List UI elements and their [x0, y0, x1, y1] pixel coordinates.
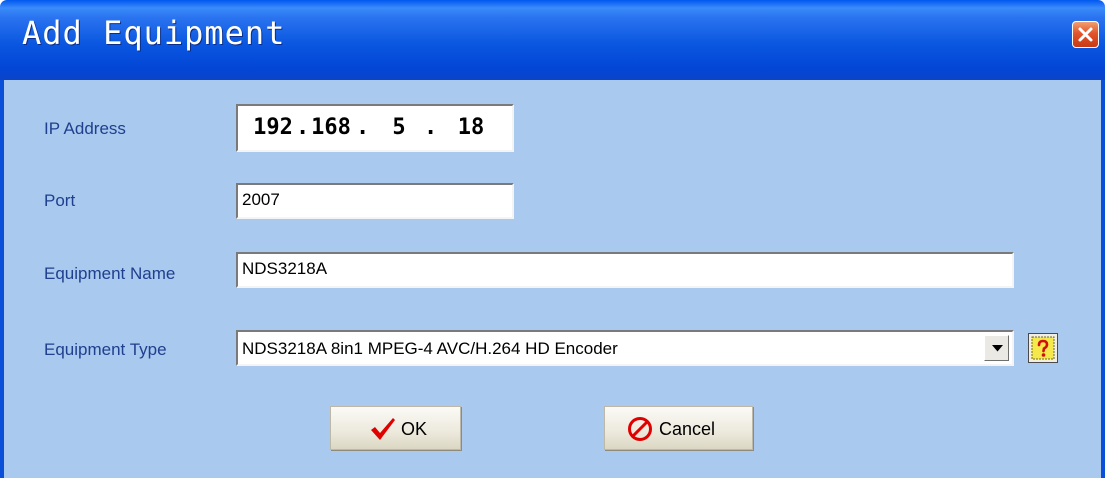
ip-octet-4[interactable]: 18: [450, 113, 492, 143]
equipment-type-value: NDS3218A 8in1 MPEG-4 AVC/H.264 HD Encode…: [242, 339, 618, 358]
ip-dot-3: .: [424, 115, 438, 140]
checkmark-icon: [369, 416, 397, 447]
window-frame-right: [1101, 80, 1105, 478]
window-frame-left: [0, 80, 4, 478]
prohibited-icon: [627, 416, 653, 447]
ip-dot-2: .: [356, 115, 370, 140]
port-input[interactable]: 2007: [236, 183, 514, 219]
equipment-type-select[interactable]: NDS3218A 8in1 MPEG-4 AVC/H.264 HD Encode…: [236, 330, 1014, 366]
equipment-name-input[interactable]: NDS3218A: [236, 252, 1014, 288]
ip-octet-2[interactable]: 168: [310, 113, 352, 143]
cancel-button[interactable]: Cancel: [604, 406, 753, 450]
ok-label: OK: [401, 419, 428, 439]
equipment-type-help-button[interactable]: [1028, 333, 1058, 363]
ip-address-input[interactable]: 192 . 168 . 5 . 18: [236, 104, 514, 152]
ip-octet-1[interactable]: 192: [252, 113, 294, 143]
title-bar[interactable]: Add Equipment: [0, 0, 1105, 80]
add-equipment-dialog: Add Equipment IP Address 192 . 168 . 5 .…: [0, 0, 1105, 478]
ip-address-label: IP Address: [44, 119, 126, 138]
cancel-label: Cancel: [659, 419, 716, 439]
ip-octet-3[interactable]: 5: [378, 113, 420, 143]
equipment-type-label: Equipment Type: [44, 340, 167, 359]
dropdown-button[interactable]: [984, 335, 1009, 361]
ok-button[interactable]: OK: [330, 406, 461, 450]
equipment-name-label: Equipment Name: [44, 264, 176, 283]
port-label: Port: [44, 191, 76, 210]
close-button[interactable]: [1072, 21, 1099, 48]
ip-dot-1: .: [296, 115, 310, 140]
window-title: Add Equipment: [22, 14, 286, 52]
